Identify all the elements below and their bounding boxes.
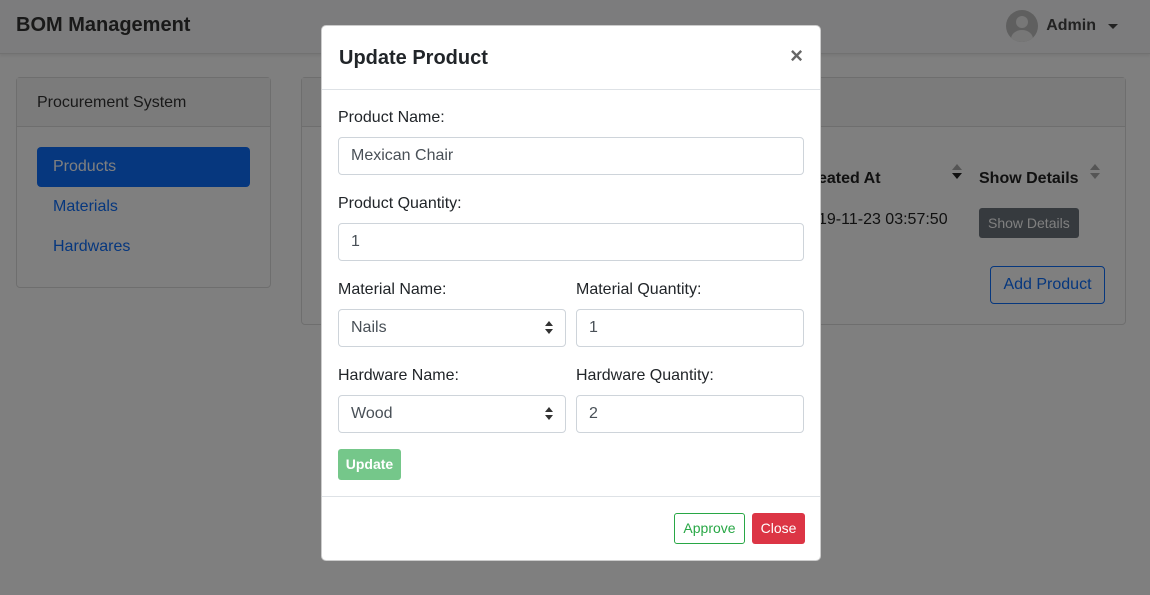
hardware-name-select[interactable]: Wood (338, 395, 566, 433)
material-quantity-field[interactable]: 1 (576, 309, 804, 347)
material-quantity-label: Material Quantity: (576, 281, 702, 298)
product-quantity-label: Product Quantity: (338, 195, 462, 212)
update-product-modal: Update Product × Product Name: Mexican C… (321, 25, 821, 561)
hardware-name-value: Wood (351, 405, 393, 422)
modal-header: Update Product × (322, 26, 820, 90)
modal-footer: Approve Close (322, 496, 820, 561)
hardware-name-label: Hardware Name: (338, 367, 459, 384)
material-name-label: Material Name: (338, 281, 447, 298)
material-name-value: Nails (351, 319, 387, 336)
hardware-quantity-field[interactable]: 2 (576, 395, 804, 433)
close-icon[interactable]: × (790, 44, 803, 68)
modal-title: Update Product (339, 47, 488, 69)
product-quantity-field[interactable]: 1 (338, 223, 804, 261)
material-name-select[interactable]: Nails (338, 309, 566, 347)
select-arrows-icon (545, 321, 553, 335)
update-button[interactable]: Update (338, 449, 401, 480)
approve-button[interactable]: Approve (674, 513, 745, 544)
select-arrows-icon (545, 407, 553, 421)
product-name-field[interactable]: Mexican Chair (338, 137, 804, 175)
close-button[interactable]: Close (752, 513, 805, 544)
hardware-quantity-label: Hardware Quantity: (576, 367, 714, 384)
product-name-label: Product Name: (338, 109, 445, 126)
